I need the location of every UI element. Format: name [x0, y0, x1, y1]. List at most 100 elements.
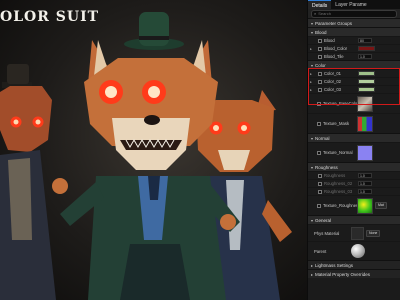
panel-toolbar: ⌕ Search	[308, 9, 400, 18]
texture-thumbnail[interactable]	[357, 197, 373, 214]
collapse-icon: ▾	[311, 20, 314, 26]
color-swatch[interactable]	[358, 71, 375, 76]
overlay-title: OLOR SUIT	[0, 9, 100, 25]
collapse-icon: ▾	[311, 29, 314, 35]
param-row-roughness-3: Roughness_03 1.0	[308, 187, 400, 195]
override-checkbox[interactable]	[318, 54, 322, 59]
tab-details[interactable]: Details	[308, 0, 332, 9]
param-row-blood: Blood 80	[308, 36, 400, 44]
search-placeholder: Search	[318, 11, 331, 16]
param-label: Roughness_03	[324, 189, 353, 194]
section-roughness[interactable]: ▾ Roughness	[308, 162, 400, 171]
override-checkbox[interactable]	[317, 150, 321, 155]
section-blood[interactable]: ▾ Blood	[308, 27, 400, 36]
tab-layer-parameters[interactable]: Layer Parame	[331, 0, 370, 9]
parent-material-thumbnail[interactable]	[351, 244, 365, 258]
expand-icon: ▸	[311, 271, 314, 277]
section-normal[interactable]: ▾ Normal	[308, 133, 400, 142]
param-label: Texture_Mask	[323, 121, 350, 126]
texture-thumbnail[interactable]	[357, 95, 373, 112]
collapse-icon: ▾	[311, 135, 314, 141]
expand-arrow-icon[interactable]: ▸	[308, 88, 314, 92]
parent-label: Parent	[314, 248, 327, 254]
section-label: Blood	[315, 29, 327, 35]
section-general[interactable]: ▾ General	[308, 215, 400, 224]
section-label: Parameter Groups	[315, 20, 353, 26]
override-checkbox[interactable]	[317, 101, 321, 106]
section-label: Normal	[315, 135, 330, 141]
param-value-field[interactable]: 1.0	[358, 173, 372, 178]
param-row-texture-basecolor: Texture_BaseColor	[308, 93, 400, 113]
param-label: Blood_Tile	[324, 54, 344, 59]
param-label: Blood_Color	[324, 46, 348, 51]
texture-thumbnail[interactable]	[357, 144, 373, 161]
search-icon: ⌕	[314, 11, 317, 16]
color-swatch[interactable]	[358, 46, 375, 51]
param-row-color-01: ▸ Color_01	[308, 69, 400, 77]
texture-thumbnail[interactable]	[357, 115, 373, 132]
param-row-color-03: ▸ Color_03	[308, 85, 400, 93]
collapse-icon: ▾	[311, 62, 314, 68]
param-row-texture-normal: Texture_Normal	[308, 142, 400, 162]
expand-arrow-icon[interactable]: ▸	[308, 72, 314, 76]
param-value-field[interactable]: 1.0	[358, 54, 372, 59]
param-label: Blood	[324, 38, 335, 43]
section-label: Roughness	[315, 164, 338, 170]
section-parameter-groups[interactable]: ▾ Parameter Groups	[308, 18, 400, 27]
override-checkbox[interactable]	[318, 87, 322, 92]
expand-icon: ▸	[311, 262, 314, 268]
param-value-field[interactable]: 1.0	[358, 189, 372, 194]
override-checkbox[interactable]	[318, 71, 322, 76]
search-input[interactable]: ⌕ Search	[311, 9, 397, 18]
param-label: Color_02	[324, 79, 341, 84]
fox-left	[0, 64, 56, 300]
expand-arrow-icon[interactable]: ▸	[308, 47, 314, 51]
override-checkbox[interactable]	[318, 38, 322, 43]
override-checkbox[interactable]	[317, 203, 321, 208]
section-label: General	[315, 217, 332, 223]
param-value-field[interactable]: 80	[358, 38, 372, 43]
param-row-blood-tile: Blood_Tile 1.0	[308, 52, 400, 60]
override-checkbox[interactable]	[318, 189, 322, 194]
param-label: Texture_Roughness	[323, 203, 357, 208]
param-label: Roughness	[324, 173, 346, 178]
section-color[interactable]: ▾ Color	[308, 60, 400, 69]
param-label: Color_01	[324, 71, 341, 76]
param-value-field[interactable]: 1.0	[358, 181, 372, 186]
override-checkbox[interactable]	[318, 173, 322, 178]
section-label: Color	[315, 62, 326, 68]
param-row-texture-roughness: Texture_Roughness Mat	[308, 195, 400, 215]
param-label: Texture_Normal	[323, 150, 353, 155]
param-label: Color_03	[324, 87, 341, 92]
section-material-property-overrides[interactable]: ▸ Material Property Overrides	[308, 269, 400, 278]
override-checkbox[interactable]	[317, 121, 321, 126]
override-checkbox[interactable]	[318, 181, 322, 186]
param-row-blood-color: ▸ Blood_Color	[308, 44, 400, 52]
param-label: Texture_BaseColor	[323, 101, 357, 106]
color-swatch[interactable]	[358, 87, 375, 92]
collapse-icon: ▾	[311, 217, 314, 223]
override-checkbox[interactable]	[318, 79, 322, 84]
collapse-icon: ▾	[311, 164, 314, 170]
expand-arrow-icon[interactable]: ▸	[308, 80, 314, 84]
param-row-texture-mask: Texture_Mask	[308, 113, 400, 133]
phys-material-thumbnail[interactable]	[351, 226, 364, 240]
fox-characters-illustration	[0, 12, 292, 300]
param-row-color-02: ▸ Color_02	[308, 77, 400, 85]
phys-material-label: Phys Material	[314, 230, 340, 236]
row-parent: Parent	[308, 241, 400, 260]
color-swatch[interactable]	[358, 79, 375, 84]
viewport-render: OLOR SUIT	[0, 0, 307, 300]
param-row-roughness-2: Roughness_02 1.0	[308, 179, 400, 187]
row-phys-material: Phys Material None	[308, 224, 400, 241]
panel-tabs: Details Layer Parame	[308, 0, 400, 9]
section-label: Lightmass Settings	[315, 262, 354, 268]
section-label: Material Property Overrides	[315, 271, 371, 277]
override-checkbox[interactable]	[318, 46, 322, 51]
texture-dropdown[interactable]: Mat	[375, 202, 387, 209]
section-lightmass-settings[interactable]: ▸ Lightmass Settings	[308, 260, 400, 269]
param-label: Roughness_02	[324, 181, 353, 186]
details-panel: Details Layer Parame ⌕ Search ▾ Paramete…	[307, 0, 400, 300]
phys-material-dropdown[interactable]: None	[366, 229, 381, 237]
param-row-roughness-1: Roughness 1.0	[308, 171, 400, 179]
